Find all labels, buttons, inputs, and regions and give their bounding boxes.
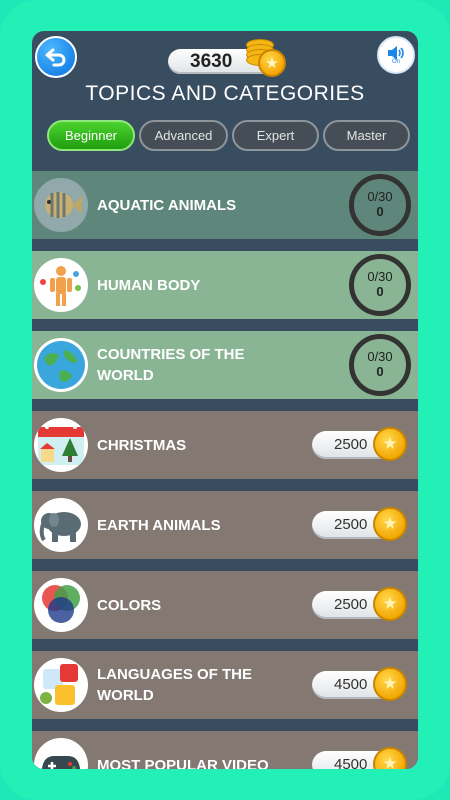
progress-ring: 0/30 0 [349,334,411,396]
category-row-aquatic-animals[interactable]: AQUATIC ANIMALS 0/30 0 [32,171,418,239]
device-frame: 3630 ★ On TOPICS AND CATEGORIES Beginner… [0,0,450,800]
progress-ring: 0/30 0 [349,254,411,316]
elephant-icon [34,498,88,552]
coin-icon: ★ [373,747,407,769]
page-title: TOPICS AND CATEGORIES [85,82,365,105]
progress-fraction: 0/30 [367,189,393,204]
tab-expert[interactable]: Expert [232,120,319,151]
category-label: MOST POPULAR VIDEO [97,756,269,770]
coin-icon: ★ [373,667,407,701]
category-label: AQUATIC ANIMALS [97,196,237,214]
color-circles-icon [34,578,88,632]
app-screen: 3630 ★ On TOPICS AND CATEGORIES Beginner… [32,31,418,769]
coin-icon: ★ [373,427,407,461]
unlock-price-value: 4500 [334,756,368,769]
category-row-earth-animals[interactable]: EARTH ANIMALS 2500 ★ [32,491,418,559]
progress-fraction: 0/30 [367,269,393,284]
coin-icon: ★ [373,507,407,541]
unlock-price-value: 2500 [334,516,368,533]
back-arrow-icon [45,48,66,67]
difficulty-tabs: Beginner Advanced Expert Master [44,120,410,154]
tab-beginner[interactable]: Beginner [47,120,135,151]
progress-score: 0 [376,364,384,379]
fish-icon [34,178,88,232]
category-label: EARTH ANIMALS [97,516,221,534]
sound-toggle-button[interactable]: On [377,36,415,74]
category-label: COLORS [97,596,162,614]
tab-advanced[interactable]: Advanced [139,120,228,151]
unlock-price-value: 4500 [334,676,368,693]
coin-balance-value: 3630 [190,51,233,72]
sound-state-label: On [391,59,400,65]
progress-score: 0 [376,284,384,299]
christmas-calendar-icon [34,418,88,472]
globe-icon [34,338,88,392]
gamepad-icon [34,738,88,769]
coin-icon: ★ [373,587,407,621]
category-row-most-popular-video[interactable]: MOST POPULAR VIDEO 4500 ★ [32,731,418,769]
category-row-languages-of-the-world[interactable]: LANGUAGES OF THE WORLD 4500 ★ [32,651,418,719]
category-label: COUNTRIES OF THE WORLD [97,346,245,384]
back-button[interactable] [35,36,77,78]
progress-score: 0 [376,204,384,219]
unlock-price-value: 2500 [334,596,368,613]
human-body-icon [34,258,88,312]
category-label: LANGUAGES OF THE WORLD [97,666,253,704]
tab-master[interactable]: Master [323,120,410,151]
progress-ring: 0/30 0 [349,174,411,236]
progress-fraction: 0/30 [367,349,393,364]
category-row-colors[interactable]: COLORS 2500 ★ [32,571,418,639]
category-row-countries-of-the-world[interactable]: COUNTRIES OF THE WORLD 0/30 0 [32,331,418,399]
unlock-price-value: 2500 [334,436,368,453]
category-label: CHRISTMAS [97,436,187,454]
category-label: HUMAN BODY [97,276,201,294]
coin-stack-icon: ★ [242,39,288,79]
category-row-human-body[interactable]: HUMAN BODY 0/30 0 [32,251,418,319]
header: 3630 ★ On TOPICS AND CATEGORIES Beginner… [32,31,418,191]
category-row-christmas[interactable]: CHRISTMAS 2500 ★ [32,411,418,479]
translate-icon [34,658,88,712]
